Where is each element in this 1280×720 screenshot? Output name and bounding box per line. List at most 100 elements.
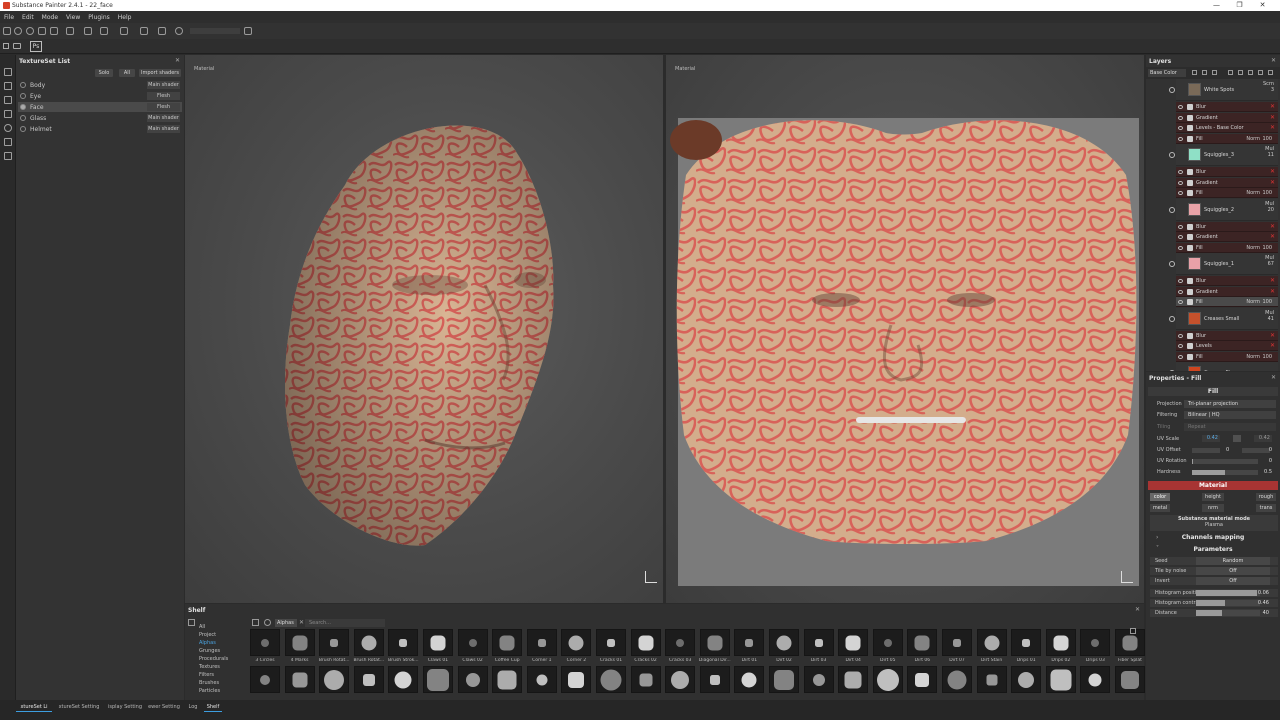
projection-icon[interactable] bbox=[4, 96, 12, 104]
shelf-category-item[interactable]: Brushes bbox=[199, 680, 219, 686]
shelf-search-input[interactable]: Search... bbox=[305, 619, 385, 627]
texture-set-row[interactable]: Glass Main shader bbox=[18, 113, 182, 123]
uv-scale-input-2[interactable]: 0.42 bbox=[1254, 435, 1272, 442]
shelf-alpha-tile[interactable] bbox=[942, 629, 972, 656]
remove-effect-icon[interactable]: ✕ bbox=[1270, 103, 1275, 110]
visibility-eye-icon[interactable] bbox=[1178, 105, 1183, 109]
histogram-position-slider[interactable] bbox=[1196, 590, 1260, 596]
remove-effect-icon[interactable]: ✕ bbox=[1270, 179, 1275, 186]
close-icon[interactable]: ✕ bbox=[1135, 606, 1140, 613]
channel-color-toggle[interactable]: color bbox=[1150, 493, 1170, 501]
radio-icon[interactable] bbox=[20, 126, 26, 132]
channel-nrm-toggle[interactable]: nrm bbox=[1202, 504, 1224, 512]
add-layer-icon[interactable] bbox=[1192, 70, 1197, 75]
layer-folder[interactable]: Squiggles_3 Mul 11 bbox=[1169, 144, 1278, 166]
blend-mode[interactable]: Norm bbox=[1246, 354, 1260, 360]
remove-effect-icon[interactable]: ✕ bbox=[1270, 223, 1275, 230]
shelf-alpha-tile[interactable] bbox=[907, 629, 938, 656]
menu-mode[interactable]: Mode bbox=[42, 14, 58, 21]
remove-effect-icon[interactable]: ✕ bbox=[1270, 114, 1275, 121]
layer-name[interactable]: Fill bbox=[1196, 190, 1203, 196]
shelf-alpha-tile[interactable] bbox=[353, 666, 384, 693]
filter-tag[interactable]: Alphas bbox=[275, 619, 297, 627]
minimize-button[interactable]: — bbox=[1205, 0, 1228, 11]
menu-view[interactable]: View bbox=[66, 14, 80, 21]
visibility-eye-icon[interactable] bbox=[1178, 170, 1183, 174]
uv-rotation-value[interactable]: 0 bbox=[1269, 458, 1272, 464]
opacity-value[interactable]: 100 bbox=[1262, 136, 1272, 142]
shelf-alpha-tile[interactable] bbox=[388, 666, 419, 693]
maximize-button[interactable]: ❐ bbox=[1228, 0, 1251, 11]
display-mode-icon[interactable] bbox=[140, 27, 148, 35]
shader-select[interactable]: Flesh bbox=[147, 92, 180, 100]
histogram-position-value[interactable]: 0.06 bbox=[1258, 590, 1269, 596]
layer-effect-row[interactable]: Fill Norm 100 bbox=[1176, 188, 1278, 198]
stencil-icon[interactable] bbox=[50, 27, 58, 35]
add-filter-icon[interactable] bbox=[1248, 70, 1253, 75]
shelf-alpha-tile[interactable] bbox=[561, 666, 592, 693]
parameters-header[interactable]: Parameters bbox=[1148, 545, 1278, 554]
settings-icon[interactable] bbox=[3, 27, 11, 35]
layer-blend-opacity[interactable]: Mul 20 bbox=[1265, 201, 1274, 213]
tiling-select[interactable]: Repeat bbox=[1184, 423, 1276, 431]
remove-effect-icon[interactable]: ✕ bbox=[1270, 332, 1275, 339]
layer-name[interactable]: Squiggles_3 bbox=[1204, 152, 1234, 158]
opacity-value[interactable]: 20 bbox=[1265, 207, 1274, 213]
shelf-alpha-tile[interactable] bbox=[596, 666, 626, 693]
filtering-select[interactable]: Bilinear | HQ bbox=[1184, 411, 1276, 419]
layer-name[interactable]: Levels - Base Color bbox=[1196, 125, 1244, 131]
shelf-alpha-tile[interactable] bbox=[319, 666, 350, 693]
visibility-eye-icon[interactable] bbox=[1169, 152, 1175, 158]
opacity-value[interactable]: 3 bbox=[1263, 87, 1274, 93]
invert-toggle[interactable]: Off bbox=[1196, 577, 1270, 585]
pin-icon[interactable] bbox=[244, 27, 252, 35]
shelf-alpha-tile[interactable] bbox=[1045, 629, 1076, 656]
shelf-alpha-tile[interactable] bbox=[1115, 666, 1145, 693]
remove-effect-icon[interactable]: ✕ bbox=[1270, 168, 1275, 175]
shelf-alpha-tile[interactable] bbox=[319, 629, 350, 656]
shelf-category-item[interactable]: All bbox=[199, 624, 205, 630]
shelf-alpha-tile[interactable] bbox=[803, 629, 834, 656]
add-effect-icon[interactable] bbox=[1228, 70, 1233, 75]
shelf-alpha-tile[interactable] bbox=[1011, 629, 1042, 656]
blend-mode[interactable]: Norm bbox=[1246, 245, 1260, 251]
toolbar-slider[interactable] bbox=[190, 28, 240, 34]
menu-plugins[interactable]: Plugins bbox=[88, 14, 110, 21]
radio-icon[interactable] bbox=[20, 115, 26, 121]
uv-rotation-slider[interactable] bbox=[1192, 459, 1258, 464]
visibility-eye-icon[interactable] bbox=[1178, 344, 1183, 348]
shelf-alpha-tile[interactable] bbox=[423, 629, 453, 656]
shelf-alpha-tile[interactable] bbox=[665, 666, 696, 693]
menu-edit[interactable]: Edit bbox=[22, 14, 34, 21]
shelf-alpha-tile[interactable] bbox=[907, 666, 938, 693]
shelf-alpha-tile[interactable] bbox=[250, 666, 280, 693]
visibility-eye-icon[interactable] bbox=[1169, 87, 1175, 93]
layer-folder[interactable]: White Spots Scrn 3 bbox=[1169, 79, 1278, 101]
shelf-alpha-tile[interactable] bbox=[699, 629, 730, 656]
uv-scale-input[interactable]: 0.42 bbox=[1202, 435, 1220, 442]
opacity-value[interactable]: 100 bbox=[1262, 245, 1272, 251]
shelf-alpha-tile[interactable] bbox=[1080, 629, 1111, 656]
visibility-eye-icon[interactable] bbox=[1178, 115, 1183, 120]
layer-folder[interactable]: Squiggles_1 Mul 67 bbox=[1169, 253, 1278, 275]
blend-mode[interactable]: Mul bbox=[1265, 201, 1274, 207]
tab-shelf[interactable]: Shelf bbox=[204, 703, 222, 712]
face-3d-render[interactable] bbox=[185, 55, 663, 603]
layer-name[interactable]: Fill bbox=[1196, 245, 1203, 251]
shelf-category-item[interactable]: Textures bbox=[199, 664, 220, 670]
layer-blend-opacity[interactable]: Mul 41 bbox=[1265, 310, 1274, 322]
layer-effect-row[interactable]: Levels - Base Color ✕ bbox=[1176, 123, 1278, 133]
timer-icon[interactable] bbox=[175, 27, 183, 35]
shader-select[interactable]: Main shader bbox=[147, 114, 180, 122]
layer-effect-row[interactable]: Gradient ✕ bbox=[1176, 286, 1278, 297]
shelf-alpha-tile[interactable] bbox=[596, 629, 626, 656]
hardness-value[interactable]: 0.5 bbox=[1264, 469, 1272, 475]
viewport-2d[interactable]: Material bbox=[666, 55, 1144, 603]
layer-blend-opacity[interactable]: Mul 67 bbox=[1265, 255, 1274, 267]
visibility-eye-icon[interactable] bbox=[1178, 136, 1183, 141]
mirror-icon[interactable] bbox=[66, 27, 74, 35]
shelf-alpha-tile[interactable] bbox=[976, 629, 1007, 656]
seed-random-button[interactable]: Random bbox=[1196, 557, 1270, 565]
blend-mode[interactable]: Norm bbox=[1246, 299, 1260, 305]
uv-offset-value-2[interactable]: 0 bbox=[1269, 447, 1272, 453]
